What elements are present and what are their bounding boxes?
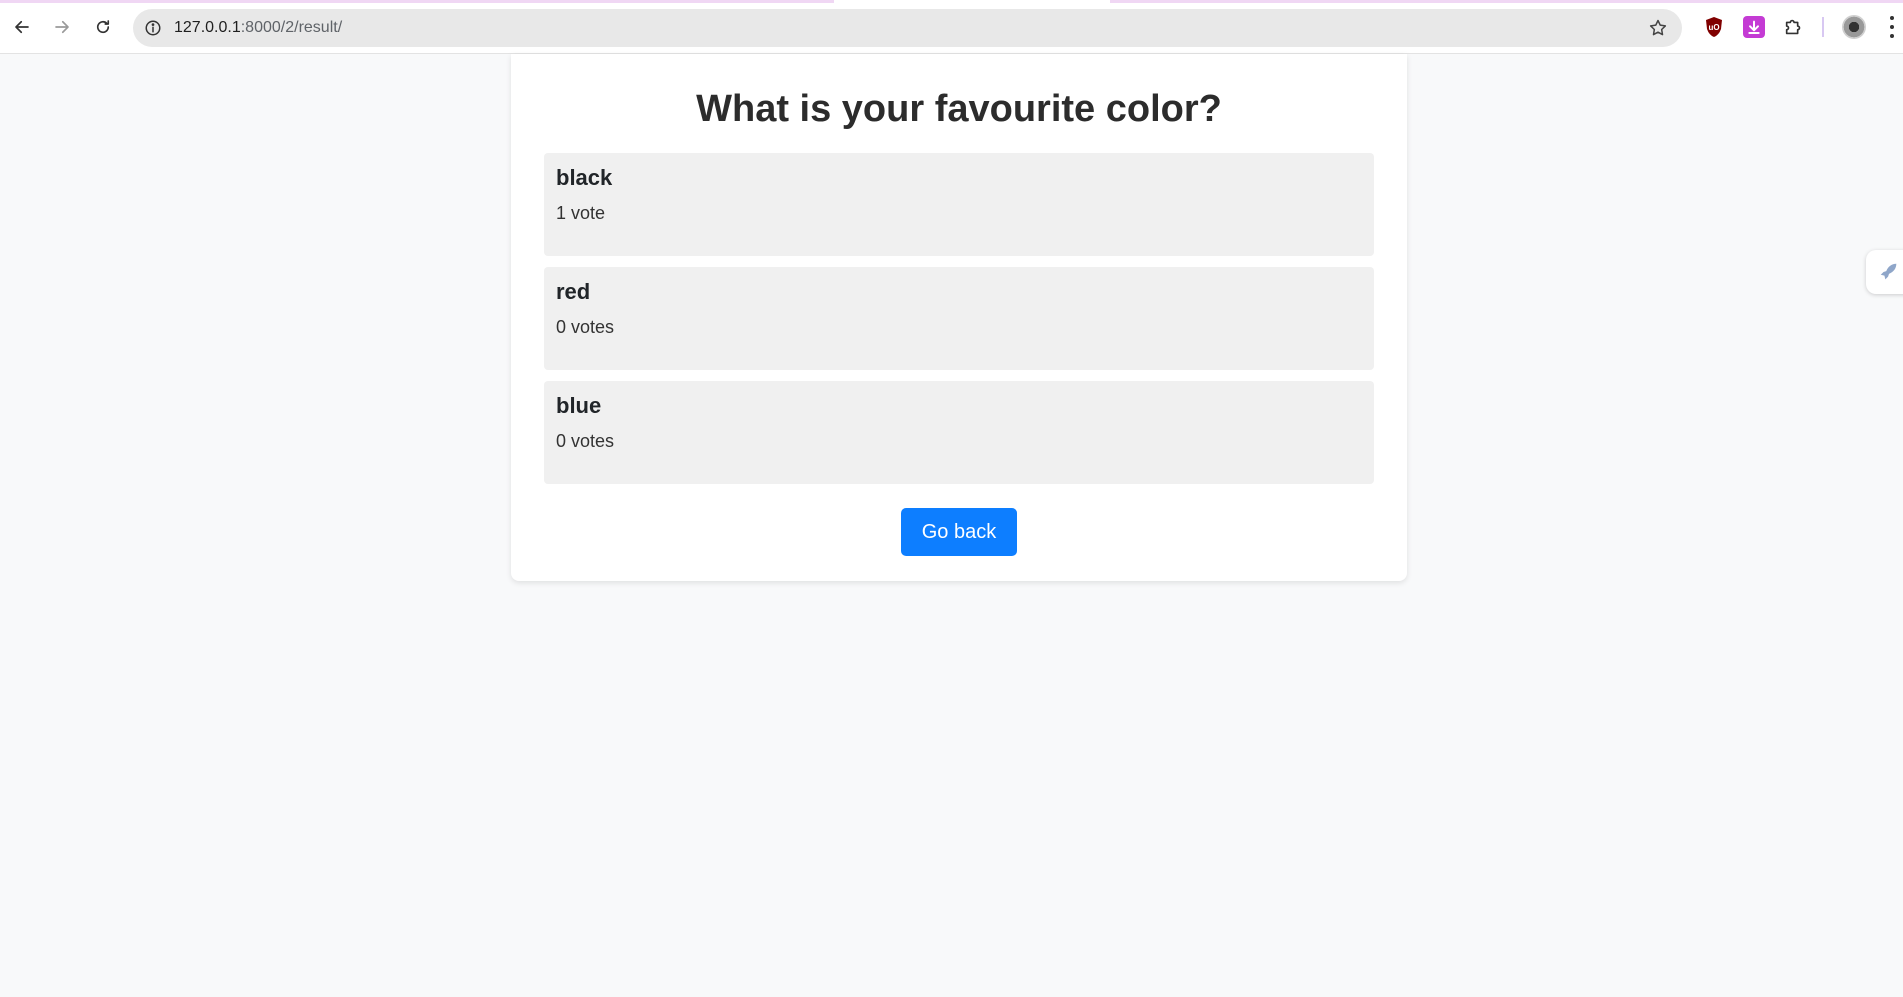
more-vertical-icon[interactable] (1888, 16, 1896, 38)
info-icon[interactable] (144, 19, 162, 37)
tab-strip-accent (0, 0, 834, 3)
ublock-extension-button[interactable]: uO (1703, 16, 1725, 38)
choice-votes: 0 votes (556, 317, 615, 337)
extensions-button[interactable] (1783, 16, 1805, 38)
arrow-right-icon (55, 20, 69, 34)
choice-name: blue (556, 393, 602, 418)
forward-button[interactable] (47, 12, 77, 42)
tab-strip-accent (1110, 0, 1903, 3)
choice-name: red (556, 279, 591, 304)
star-icon[interactable] (1648, 18, 1668, 38)
browser-toolbar: 127.0.0.1:8000/2/result/ uO (0, 0, 1903, 54)
address-bar[interactable]: 127.0.0.1:8000/2/result/ (133, 9, 1682, 47)
toolbar-separator (1822, 17, 1824, 37)
arrow-left-icon (15, 20, 29, 34)
url-path: :8000/2/result/ (240, 19, 343, 36)
go-back-button[interactable]: Go back (901, 508, 1017, 556)
shield-icon: uO (1706, 17, 1722, 37)
url-text[interactable]: 127.0.0.1:8000/2/result/ (174, 19, 342, 37)
puzzle-icon (1785, 19, 1801, 35)
choice-item: red 0 votes (544, 267, 1374, 370)
download-extension-button[interactable] (1743, 16, 1765, 38)
rocket-icon (1880, 263, 1897, 280)
choice-item: blue 0 votes (544, 381, 1374, 484)
question-title: What is your favourite color? (696, 88, 1222, 130)
profile-avatar[interactable] (1842, 15, 1866, 39)
choice-item: black 1 vote (544, 153, 1374, 256)
reload-button[interactable] (88, 12, 118, 42)
choice-votes: 0 votes (556, 431, 615, 451)
back-button[interactable] (7, 12, 37, 42)
choice-name: black (556, 165, 613, 190)
side-panel-tab[interactable] (1866, 250, 1903, 294)
choice-votes: 1 vote (556, 203, 606, 223)
url-host: 127.0.0.1 (174, 19, 241, 36)
poll-result-card: What is your favourite color? black 1 vo… (511, 54, 1407, 581)
svg-text:uO: uO (1708, 23, 1719, 32)
download-icon (1748, 20, 1760, 34)
reload-icon (96, 20, 110, 34)
